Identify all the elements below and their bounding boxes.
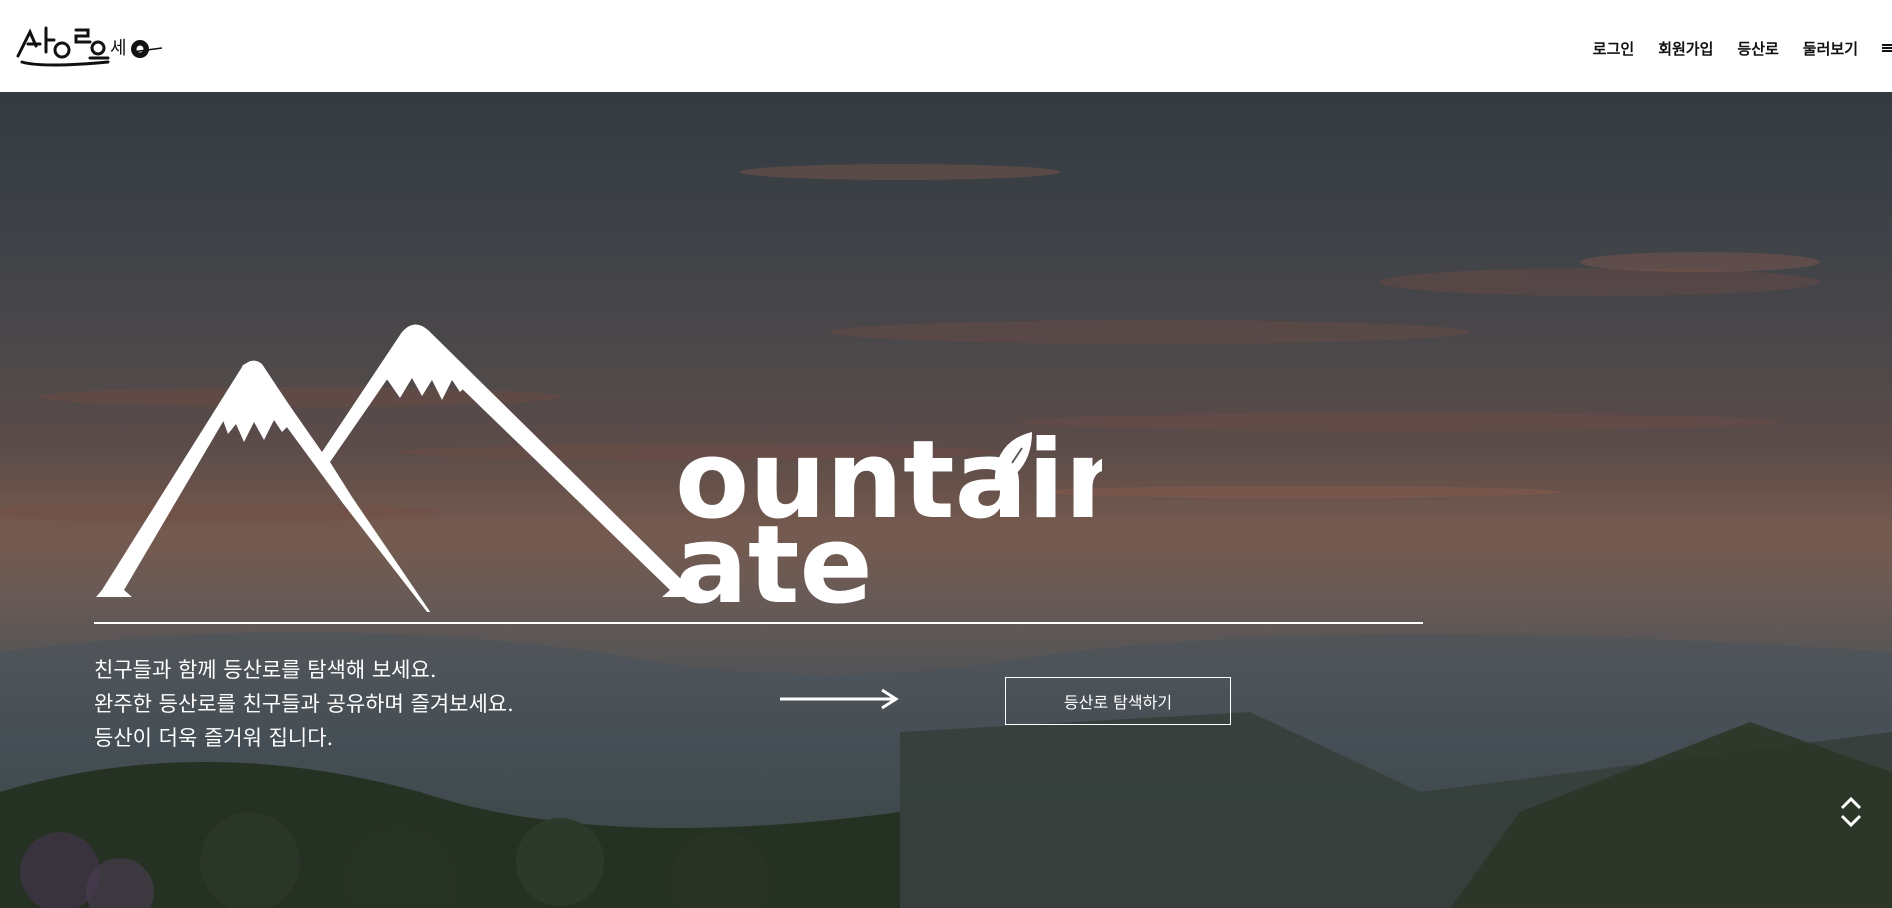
nav-signup-link[interactable]: 회원가입 [1658, 38, 1713, 59]
nav-trails-link[interactable]: 등산로 [1737, 38, 1778, 59]
explore-trails-button[interactable]: 등산로 탐색하기 [1005, 677, 1231, 725]
hero-tagline: 친구들과 함께 등산로를 탐색해 보세요. 완주한 등산로를 친구들과 공유하며… [94, 653, 714, 755]
site-header: 세 로그인 회원가입 등산로 둘러보기 [0, 0, 1892, 92]
site-logo[interactable]: 세 [12, 22, 162, 74]
tagline-line-2: 완주한 등산로를 친구들과 공유하며 즐겨보세요. [94, 692, 514, 716]
tagline-line-3: 등산이 더욱 즐거워 집니다. [94, 726, 334, 750]
site-logo-graphic: 세 [16, 26, 162, 67]
chevron-up-down-icon[interactable] [1836, 792, 1866, 832]
mountain-mate-logo: ate ountain [96, 324, 1102, 612]
hero-divider [94, 622, 1423, 624]
nav-browse-link[interactable]: 둘러보기 [1803, 38, 1858, 59]
hamburger-icon[interactable] [1882, 43, 1892, 53]
arrow-right-icon [780, 688, 899, 710]
brand-logo-ountain-text: ountain [675, 418, 1102, 543]
hero-section: ate ountain 친구들과 함께 등산로를 탐색해 보세요. 완주한 등산… [0, 92, 1892, 908]
nav-login-link[interactable]: 로그인 [1593, 38, 1634, 59]
tagline-line-1: 친구들과 함께 등산로를 탐색해 보세요. [94, 658, 437, 682]
svg-text:세: 세 [110, 38, 127, 59]
main-nav: 로그인 회원가입 등산로 둘러보기 [1569, 36, 1892, 60]
